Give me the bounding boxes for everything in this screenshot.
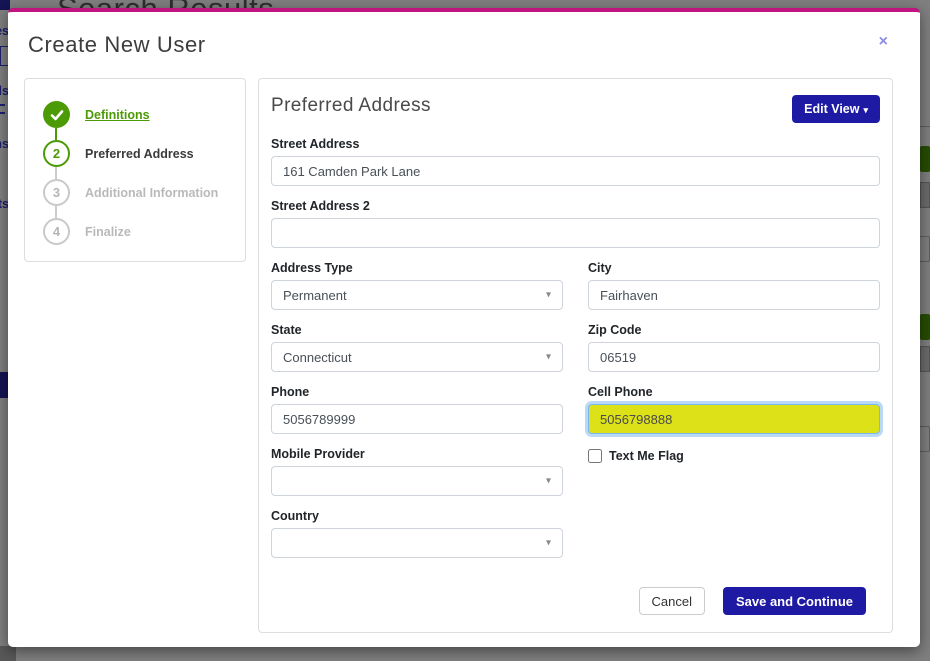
mobile-provider-textme-row: Mobile Provider ▾ Text Me Flag: [271, 447, 880, 496]
wizard-stepper: Definitions 2 Preferred Address 3 Additi…: [24, 78, 246, 262]
step-connector: [55, 167, 57, 179]
state-select[interactable]: Connecticut ▾: [271, 342, 563, 372]
step-number-badge: 2: [43, 140, 70, 167]
text-me-flag-field: Text Me Flag: [588, 447, 880, 496]
address-type-city-row: Address Type Permanent ▾ City: [271, 261, 880, 310]
city-label: City: [588, 261, 612, 275]
form-title: Preferred Address: [271, 95, 431, 116]
cell-phone-label: Cell Phone: [588, 385, 653, 399]
modal-body: Definitions 2 Preferred Address 3 Additi…: [8, 78, 920, 633]
street-address-2-input[interactable]: [271, 218, 880, 248]
text-me-flag-label: Text Me Flag: [609, 449, 684, 463]
close-icon[interactable]: ×: [879, 34, 888, 50]
caret-down-icon: ▾: [545, 289, 551, 301]
step-connector: [55, 128, 57, 140]
step-additional-information: 3 Additional Information: [43, 179, 245, 206]
street-address-2-label: Street Address 2: [271, 199, 370, 213]
form-header: Preferred Address Edit View ▾: [271, 95, 880, 123]
phone-label: Phone: [271, 385, 310, 399]
step-definitions-label[interactable]: Definitions: [85, 108, 150, 122]
create-new-user-modal: Create New User × Definitions 2 Preferre…: [8, 8, 920, 647]
modal-header: Create New User ×: [8, 12, 920, 78]
cell-phone-field: Cell Phone: [588, 385, 880, 434]
text-me-flag-checkbox[interactable]: [588, 449, 602, 463]
step-connector: [55, 206, 57, 218]
country-select[interactable]: ▾: [271, 528, 563, 558]
mobile-provider-label: Mobile Provider: [271, 447, 365, 461]
address-type-field: Address Type Permanent ▾: [271, 261, 563, 310]
zip-code-label: Zip Code: [588, 323, 642, 337]
street-address-input[interactable]: [271, 156, 880, 186]
phone-field: Phone: [271, 385, 563, 434]
caret-down-icon: ▾: [863, 105, 868, 115]
caret-down-icon: ▾: [545, 537, 551, 549]
city-input[interactable]: [588, 280, 880, 310]
zip-code-input[interactable]: [588, 342, 880, 372]
phone-cellphone-row: Phone Cell Phone: [271, 385, 880, 434]
cancel-button[interactable]: Cancel: [638, 587, 705, 615]
state-value: Connecticut: [283, 349, 352, 365]
step-additional-information-label: Additional Information: [85, 185, 219, 200]
edit-view-label: Edit View: [804, 102, 860, 116]
state-field: State Connecticut ▾: [271, 323, 563, 372]
address-type-label: Address Type: [271, 261, 353, 275]
street-address-row: Street Address: [271, 137, 880, 186]
form-actions: Cancel Save and Continue: [271, 587, 880, 615]
street-address-2-row: Street Address 2: [271, 199, 880, 248]
mobile-provider-field: Mobile Provider ▾: [271, 447, 563, 496]
zip-code-field: Zip Code: [588, 323, 880, 372]
country-row: Country ▾: [271, 509, 563, 558]
phone-input[interactable]: [271, 404, 563, 434]
step-preferred-address: 2 Preferred Address: [43, 140, 245, 167]
address-type-select[interactable]: Permanent ▾: [271, 280, 563, 310]
state-zip-row: State Connecticut ▾ Zip Code: [271, 323, 880, 372]
street-address-label: Street Address: [271, 137, 360, 151]
mobile-provider-select[interactable]: ▾: [271, 466, 563, 496]
save-and-continue-button[interactable]: Save and Continue: [722, 587, 866, 615]
step-finalize: 4 Finalize: [43, 218, 245, 245]
city-field: City: [588, 261, 880, 310]
edit-view-button[interactable]: Edit View ▾: [792, 95, 880, 123]
caret-down-icon: ▾: [545, 475, 551, 487]
step-complete-check-icon: [43, 101, 70, 128]
step-finalize-label: Finalize: [85, 224, 131, 239]
cell-phone-input[interactable]: [588, 404, 880, 434]
state-label: State: [271, 323, 302, 337]
modal-title: Create New User: [28, 32, 206, 57]
address-type-value: Permanent: [283, 287, 347, 303]
preferred-address-form: Preferred Address Edit View ▾ Street Addr…: [258, 78, 893, 633]
country-label: Country: [271, 509, 319, 523]
caret-down-icon: ▾: [545, 351, 551, 363]
step-definitions[interactable]: Definitions: [43, 101, 245, 128]
step-number-badge: 3: [43, 179, 70, 206]
step-preferred-address-label: Preferred Address: [85, 146, 194, 161]
step-number-badge: 4: [43, 218, 70, 245]
